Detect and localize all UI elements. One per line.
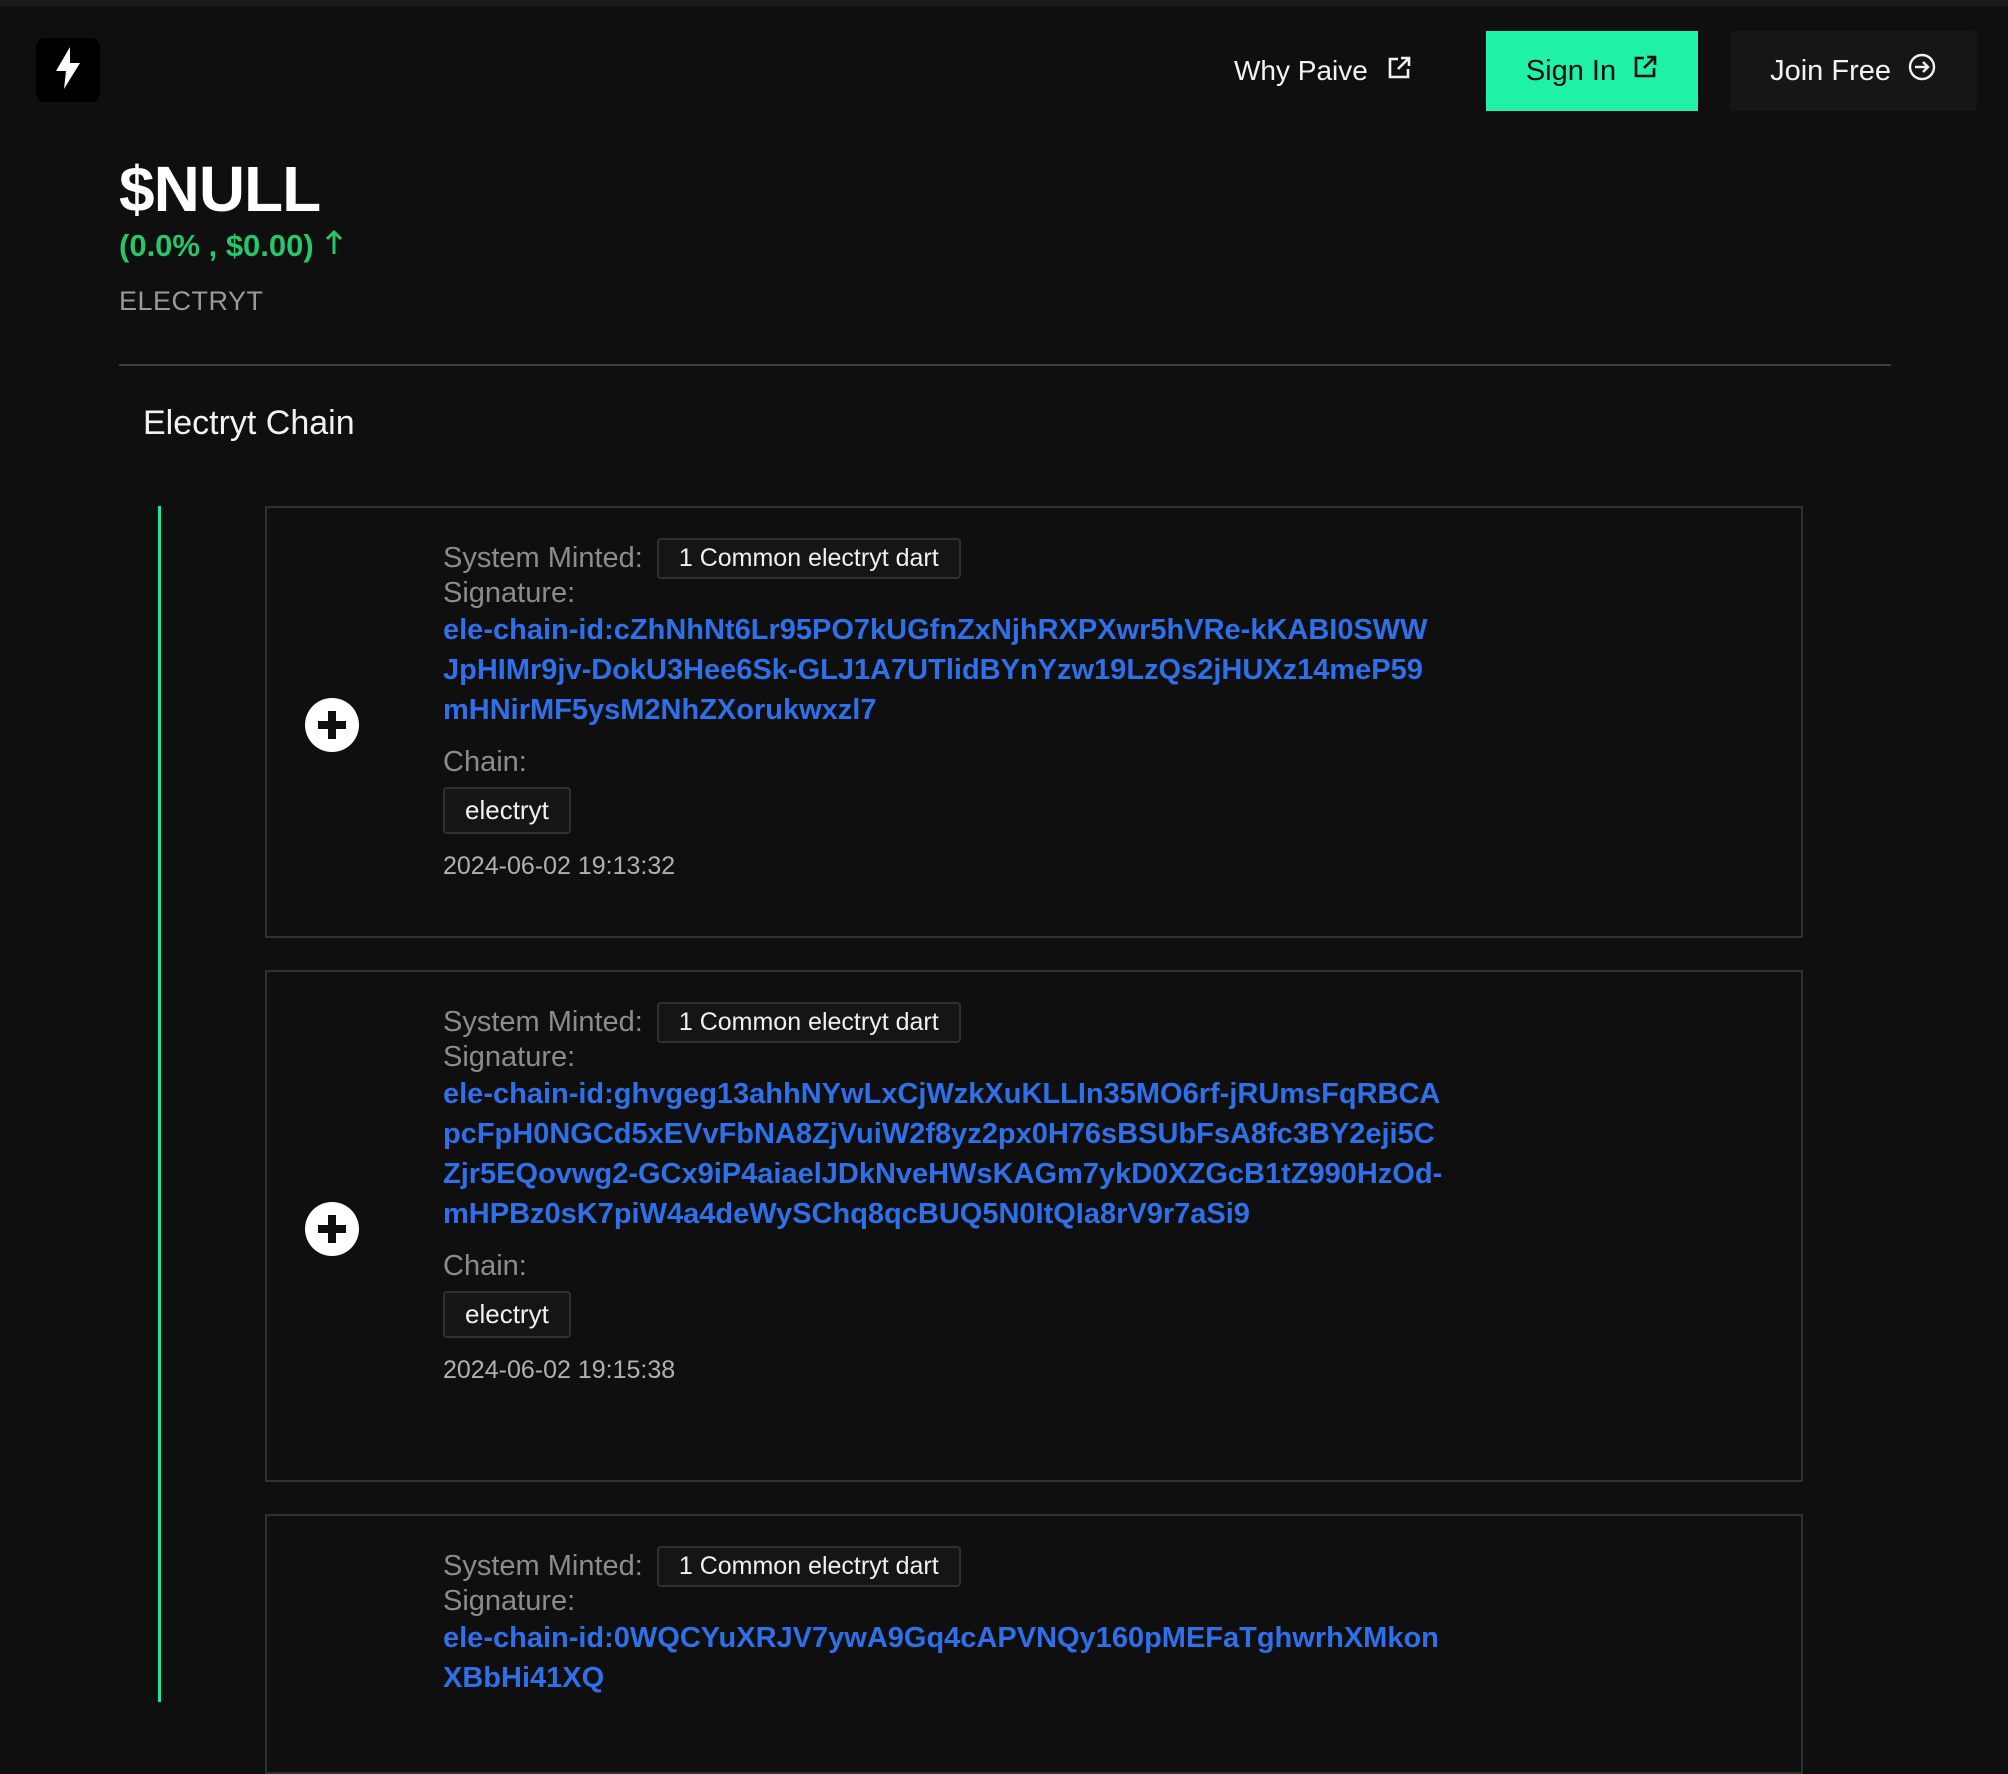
entry-details: System Minted: 1 Common electryt dart Si… bbox=[443, 538, 1443, 881]
signature-label: Signature: bbox=[443, 577, 576, 609]
price-change: (0.0% , $0.00) bbox=[119, 228, 344, 264]
sign-in-label: Sign In bbox=[1525, 54, 1617, 87]
external-link-icon bbox=[1386, 55, 1412, 88]
minted-label: System Minted: bbox=[443, 542, 643, 574]
join-free-label: Join Free bbox=[1770, 54, 1891, 87]
minted-badge: 1 Common electryt dart bbox=[656, 1002, 961, 1043]
why-paive-link[interactable]: Why Paive bbox=[1234, 55, 1412, 88]
arrow-right-circle-icon bbox=[1907, 52, 1937, 90]
top-nav: Why Paive Sign In Join Free bbox=[1234, 31, 1977, 111]
divider bbox=[119, 364, 1891, 366]
chain-entry-card: System Minted: 1 Common electryt dart Si… bbox=[265, 970, 1803, 1482]
minted-label: System Minted: bbox=[443, 1550, 643, 1582]
external-link-icon bbox=[1632, 54, 1658, 88]
entry-details: System Minted: 1 Common electryt dart Si… bbox=[443, 1546, 1443, 1698]
minted-badge: 1 Common electryt dart bbox=[656, 1546, 961, 1587]
sign-in-button[interactable]: Sign In bbox=[1485, 31, 1699, 111]
signature-link[interactable]: ele-chain-id:0WQCYuXRJV7ywA9Gq4cAPVNQy16… bbox=[443, 1618, 1443, 1698]
signature-label: Signature: bbox=[443, 1041, 576, 1073]
chain-entry-card: System Minted: 1 Common electryt dart Si… bbox=[265, 1514, 1803, 1774]
timeline-line bbox=[158, 506, 161, 1702]
why-paive-label: Why Paive bbox=[1233, 55, 1368, 86]
token-ticker: $NULL bbox=[119, 153, 321, 225]
chain-label: Chain: bbox=[443, 746, 527, 778]
timestamp: 2024-06-02 19:15:38 bbox=[443, 1356, 676, 1384]
chain-badge: electryt bbox=[443, 1291, 571, 1338]
bolt-icon bbox=[53, 45, 83, 96]
logo[interactable] bbox=[36, 38, 100, 102]
chain-entry-card: System Minted: 1 Common electryt dart Si… bbox=[265, 506, 1803, 938]
arrow-up-icon bbox=[324, 228, 344, 264]
token-name: ELECTRYT bbox=[119, 286, 264, 316]
plus-circle-icon[interactable] bbox=[305, 1202, 359, 1256]
signature-link[interactable]: ele-chain-id:ghvgeg13ahhNYwLxCjWzkXuKLLI… bbox=[443, 1074, 1443, 1234]
chain-label: Chain: bbox=[443, 1250, 527, 1282]
join-free-button[interactable]: Join Free bbox=[1730, 31, 1977, 111]
entry-details: System Minted: 1 Common electryt dart Si… bbox=[443, 1002, 1443, 1385]
price-change-text: (0.0% , $0.00) bbox=[119, 228, 314, 263]
minted-label: System Minted: bbox=[443, 1006, 643, 1038]
section-title: Electryt Chain bbox=[143, 404, 355, 442]
timestamp: 2024-06-02 19:13:32 bbox=[443, 852, 676, 880]
plus-circle-icon[interactable] bbox=[305, 698, 359, 752]
signature-link[interactable]: ele-chain-id:cZhNhNt6Lr95PO7kUGfnZxNjhRX… bbox=[443, 610, 1443, 730]
minted-badge: 1 Common electryt dart bbox=[656, 538, 961, 579]
signature-label: Signature: bbox=[443, 1585, 576, 1617]
chain-badge: electryt bbox=[443, 787, 571, 834]
top-strip bbox=[0, 0, 2008, 6]
